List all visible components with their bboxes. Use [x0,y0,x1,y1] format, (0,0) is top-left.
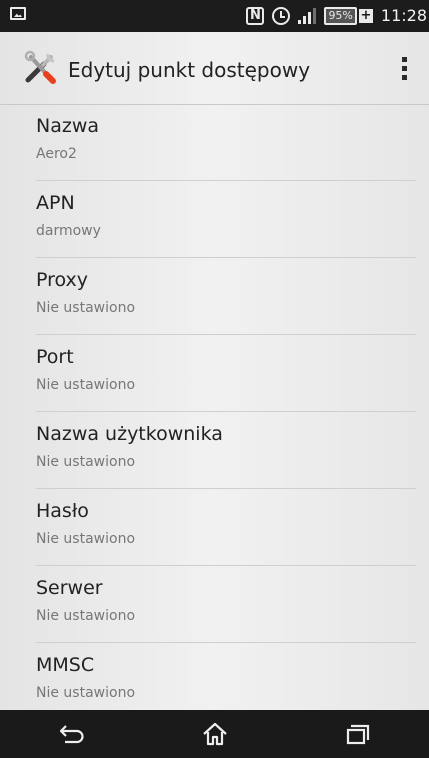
battery-icon: 95% + [324,7,373,25]
navigation-bar [0,710,429,758]
setting-summary: Nie ustawiono [36,685,136,701]
setting-name[interactable]: Nazwa Aero2 [36,104,416,181]
tools-icon[interactable] [22,50,58,86]
setting-title: APN [36,192,75,214]
setting-password[interactable]: Hasło Nie ustawiono [36,489,416,566]
page-title: Edytuj punkt dostępowy [68,58,311,82]
overflow-dot [401,74,407,80]
setting-mmsc[interactable]: MMSC Nie ustawiono [36,643,416,720]
overflow-menu-icon [401,56,407,62]
setting-title: Nazwa [36,115,100,137]
setting-summary: Nie ustawiono [36,454,136,470]
setting-title: Nazwa użytkownika [36,423,223,445]
recent-apps-icon [346,724,369,745]
nfc-icon: N [246,7,265,25]
setting-summary: darmowy [36,223,101,239]
back-icon [59,725,84,744]
setting-port[interactable]: Port Nie ustawiono [36,335,416,412]
setting-username[interactable]: Nazwa użytkownika Nie ustawiono [36,412,416,489]
status-icons: N 95% + 11:28 [246,0,427,32]
overflow-menu-button[interactable] [389,50,419,86]
setting-summary: Nie ustawiono [36,377,136,393]
alarm-icon [272,7,291,25]
setting-proxy[interactable]: Proxy Nie ustawiono [36,258,416,335]
battery-percent: 95% [324,7,357,25]
status-bar: N 95% + 11:28 [0,0,429,32]
home-button[interactable] [175,710,255,758]
setting-summary: Aero2 [36,146,77,162]
setting-server[interactable]: Serwer Nie ustawiono [36,566,416,643]
overflow-dot [401,65,407,71]
setting-title: Serwer [36,577,103,599]
setting-title: Port [36,346,74,368]
setting-title: MMSC [36,654,95,676]
phone-screen: N 95% + 11:28 Edytuj punkt dostępowy Naz… [0,0,429,758]
setting-title: Proxy [36,269,89,291]
charging-icon: + [358,8,373,23]
screenshot-notification [10,7,26,20]
setting-apn[interactable]: APN darmowy [36,181,416,258]
setting-summary: Nie ustawiono [36,608,136,624]
setting-title: Hasło [36,500,89,522]
setting-summary: Nie ustawiono [36,531,136,547]
apn-settings-list: Nazwa Aero2 APN darmowy Proxy Nie ustawi… [0,104,429,720]
recent-apps-button[interactable] [318,710,398,758]
home-icon [202,722,227,746]
signal-icon [298,8,317,24]
clock: 11:28 [380,6,427,25]
back-button[interactable] [32,710,112,758]
setting-summary: Nie ustawiono [36,300,136,316]
action-bar: Edytuj punkt dostępowy [0,32,429,105]
image-icon [10,7,26,20]
